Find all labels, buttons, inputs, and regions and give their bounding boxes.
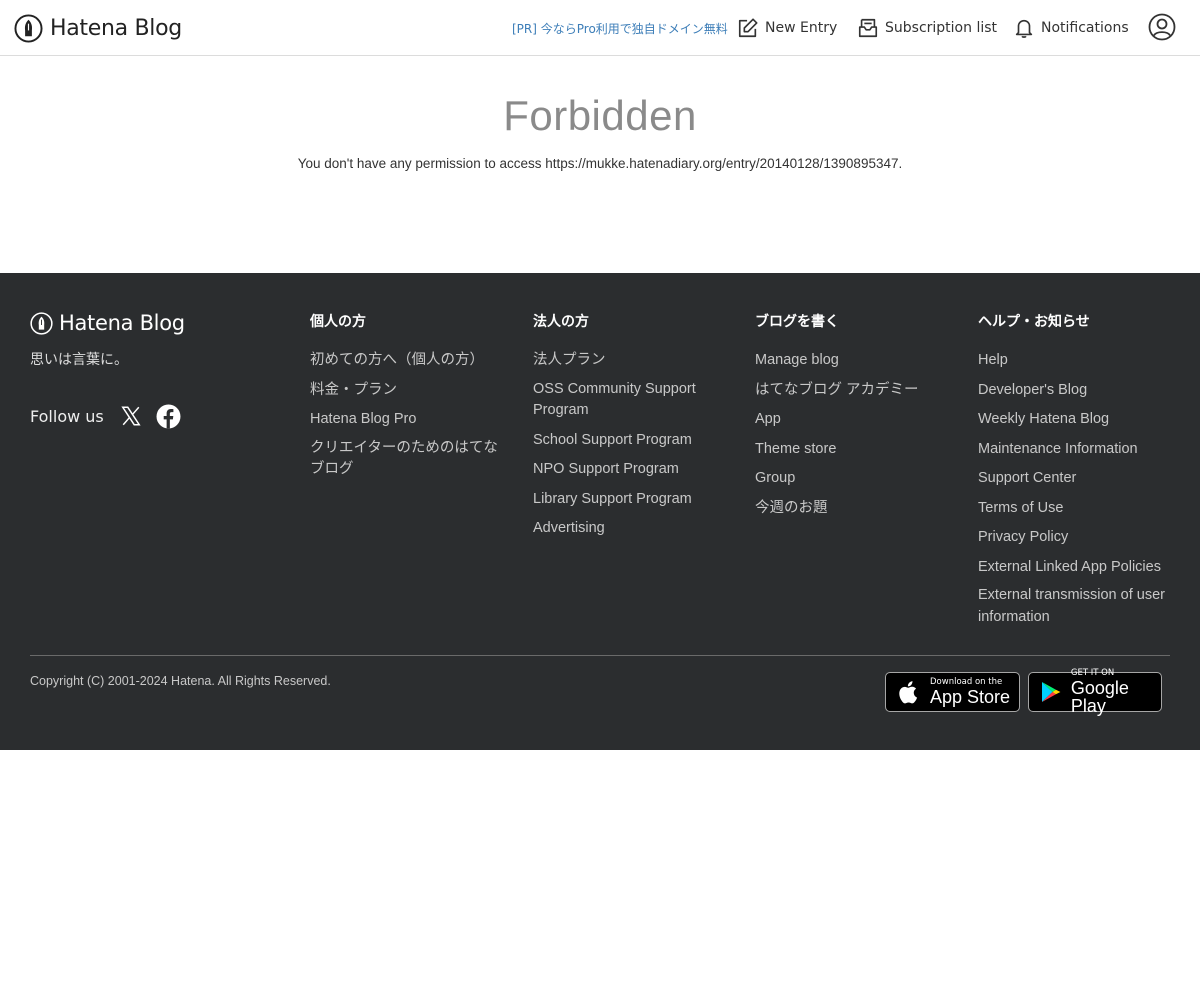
notifications-label: Notifications [1041, 20, 1129, 36]
app-store-big: App Store [930, 686, 1011, 707]
google-play-text: GET IT ON Google Play [1071, 669, 1161, 715]
footer-logo-text: Hatena Blog [59, 311, 185, 335]
footer-link[interactable]: Advertising [533, 518, 605, 540]
global-footer: Hatena Blog 思いは言葉に。 Follow us 個人の方 初めての方… [0, 273, 1200, 750]
footer-link[interactable]: External Linked App Policies [978, 557, 1161, 579]
footer-link[interactable]: Library Support Program [533, 489, 692, 511]
user-menu-button[interactable] [1148, 13, 1176, 41]
x-icon [121, 406, 141, 426]
column-heading: ヘルプ・お知らせ [978, 314, 1090, 330]
subscription-list-label: Subscription list [885, 20, 997, 36]
error-message: You don't have any permission to access … [297, 156, 903, 171]
footer-link[interactable]: クリエイターのためのはてなブログ [310, 438, 510, 481]
footer-link[interactable]: 法人プラン [533, 350, 606, 372]
hatena-blog-logo[interactable]: Hatena Blog [14, 12, 182, 44]
app-store-text: Download on the App Store [930, 678, 1010, 706]
notifications-button[interactable]: Notifications [1013, 14, 1129, 42]
hatena-logo-icon [14, 13, 43, 43]
footer-link[interactable]: Weekly Hatena Blog [978, 409, 1109, 431]
google-play-badge[interactable]: GET IT ON Google Play [1028, 669, 1162, 715]
footer-divider [30, 655, 1170, 656]
bell-icon [1015, 19, 1033, 38]
follow-label: Follow us [30, 406, 104, 426]
footer-link[interactable]: School Support Program [533, 430, 692, 452]
footer-link[interactable]: Help [978, 350, 1008, 372]
x-link[interactable] [118, 403, 144, 429]
footer-column-personal: 個人の方 初めての方へ（個人の方） 料金・プラン Hatena Blog Pro… [310, 311, 510, 488]
footer-column-business: 法人の方 法人プラン OSS Community Support Program… [533, 311, 733, 547]
column-heading: 個人の方 [310, 314, 366, 330]
footer-link[interactable]: 今週のお題 [755, 498, 828, 520]
footer-link[interactable]: Maintenance Information [978, 439, 1138, 461]
edit-icon [738, 18, 758, 38]
error-content: Forbidden You don't have any permission … [0, 56, 1200, 273]
footer-link[interactable]: Manage blog [755, 350, 839, 372]
footer-link[interactable]: 初めての方へ（個人の方） [310, 350, 484, 372]
google-play-big: Google Play [1070, 677, 1129, 716]
footer-link[interactable]: Developer's Blog [978, 380, 1087, 402]
footer-logo[interactable]: Hatena Blog [30, 311, 185, 335]
footer-link[interactable]: 料金・プラン [310, 380, 397, 402]
copyright: Copyright (C) 2001-2024 Hatena. All Righ… [30, 674, 331, 688]
follow-us: Follow us [30, 403, 194, 429]
column-heading: ブログを書く [755, 314, 839, 330]
new-entry-label: New Entry [765, 20, 838, 36]
footer-link[interactable]: NPO Support Program [533, 459, 679, 481]
footer-link[interactable]: External transmission of user informatio… [978, 585, 1173, 628]
footer-column-help: ヘルプ・お知らせ Help Developer's Blog Weekly Ha… [978, 311, 1173, 635]
column-heading: 法人の方 [533, 314, 589, 330]
facebook-icon [156, 404, 181, 428]
footer-link[interactable]: Group [755, 468, 795, 490]
facebook-link[interactable] [156, 403, 182, 429]
footer-link[interactable]: Privacy Policy [978, 527, 1068, 549]
app-store-badge[interactable]: Download on the App Store [885, 672, 1020, 712]
footer-link[interactable]: Support Center [978, 468, 1076, 490]
footer-link[interactable]: Theme store [755, 439, 836, 461]
pr-link[interactable]: [PR] 今ならPro利用で独自ドメイン無料 [512, 20, 728, 37]
footer-link[interactable]: App [755, 409, 781, 431]
footer-link[interactable]: Hatena Blog Pro [310, 409, 416, 431]
footer-link[interactable]: OSS Community Support Program [533, 379, 733, 422]
new-entry-button[interactable]: New Entry [737, 14, 837, 42]
logo-text: Hatena Blog [50, 15, 182, 41]
subscription-icon [858, 18, 878, 38]
apple-icon [899, 681, 918, 704]
footer-column-write: ブログを書く Manage blog はてなブログ アカデミー App Them… [755, 311, 955, 526]
app-store-small: Download on the [930, 677, 1003, 688]
hatena-logo-icon [30, 311, 53, 335]
footer-link[interactable]: はてなブログ アカデミー [755, 380, 919, 402]
page-title: Forbidden [503, 92, 697, 139]
google-play-icon [1041, 682, 1061, 702]
global-header: Hatena Blog [PR] 今ならPro利用で独自ドメイン無料 New E… [0, 0, 1200, 56]
footer-link[interactable]: Terms of Use [978, 498, 1063, 520]
tagline: 思いは言葉に。 [30, 352, 128, 368]
subscription-list-button[interactable]: Subscription list [857, 14, 997, 42]
google-play-small: GET IT ON [1070, 668, 1115, 679]
user-icon [1148, 13, 1176, 41]
